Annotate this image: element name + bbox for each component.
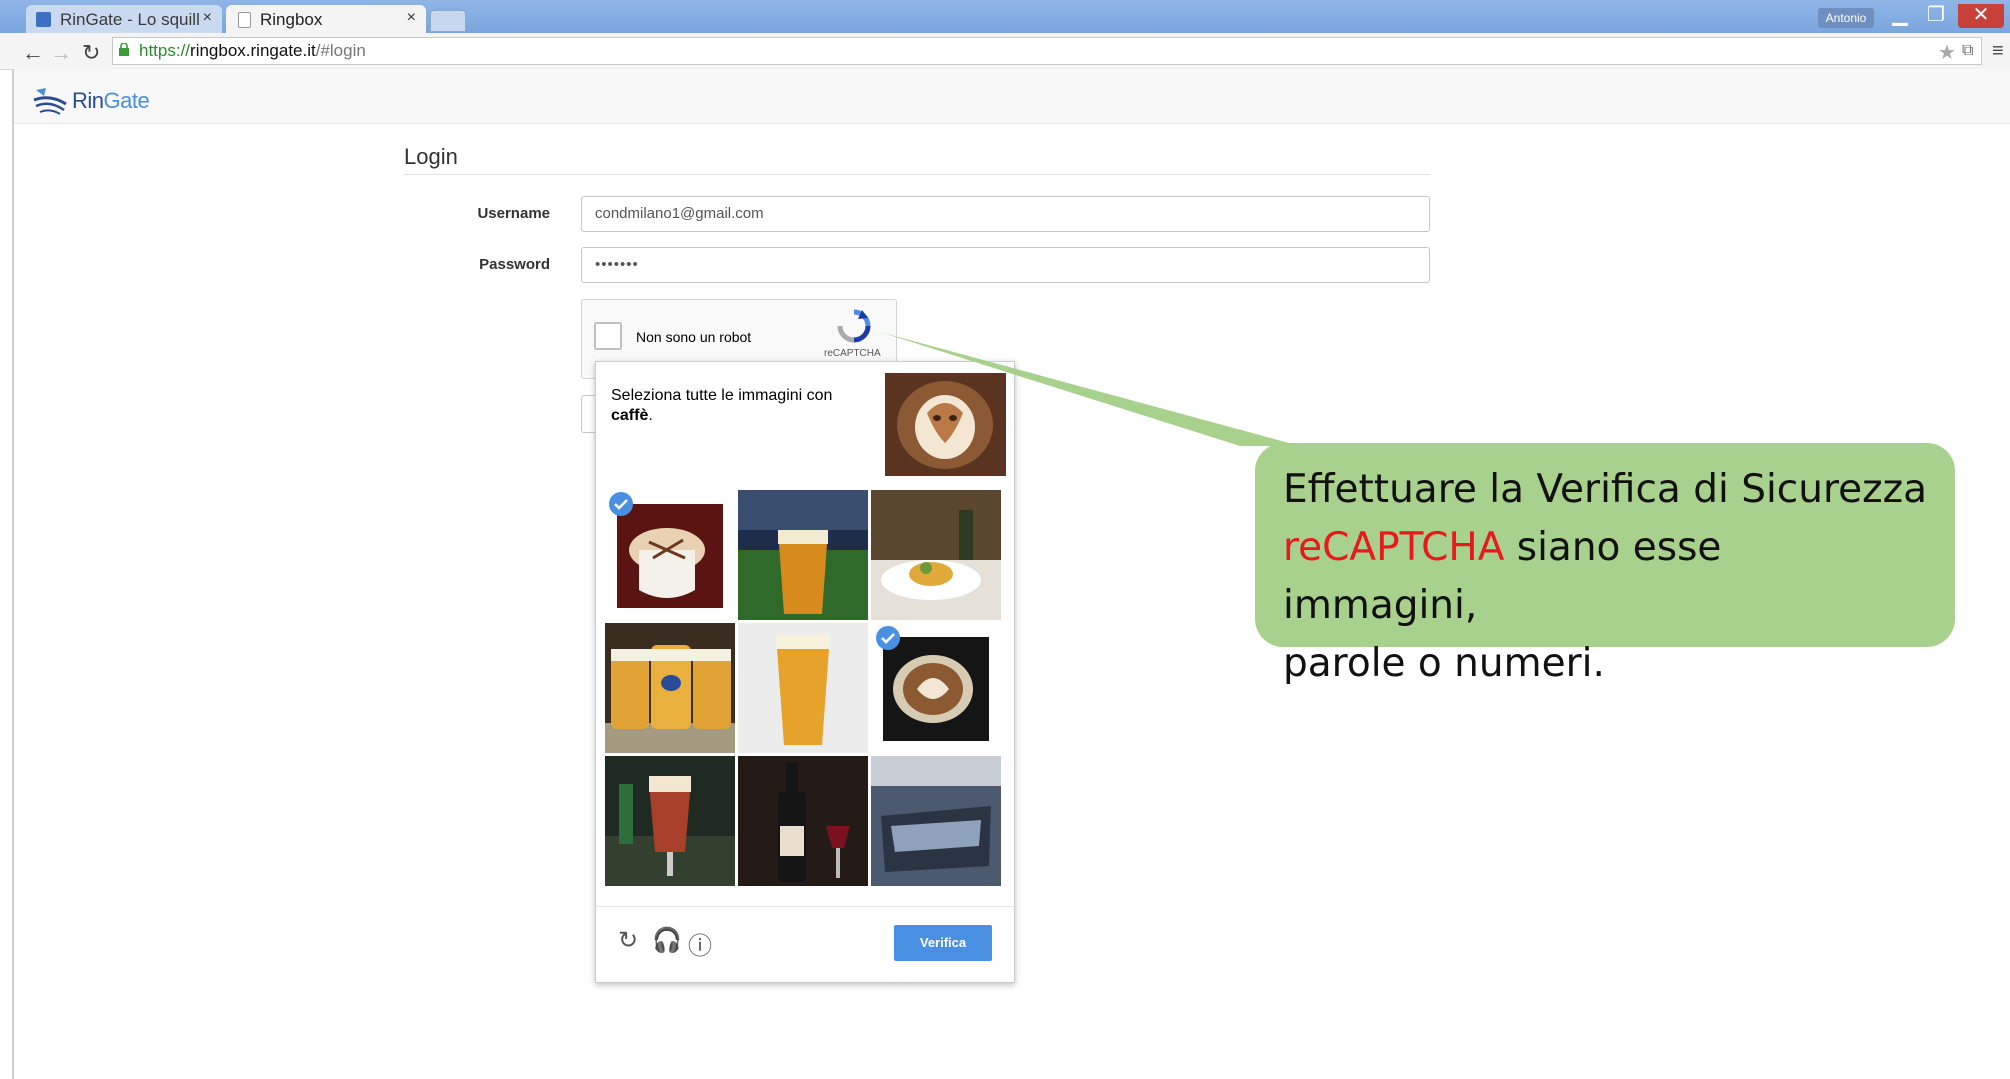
url-path: /#login	[315, 41, 366, 60]
captcha-tile-beer-pint[interactable]	[605, 756, 735, 886]
new-tab-button[interactable]	[430, 10, 466, 32]
username-label: Username	[477, 205, 550, 222]
instruction-text: Seleziona tutte le immagini con	[611, 387, 833, 404]
recaptcha-checkbox[interactable]	[594, 322, 622, 350]
audio-headphones-icon[interactable]: 🎧	[652, 926, 682, 955]
verify-button[interactable]: Verifica	[894, 925, 992, 961]
username-field[interactable]: condmilano1@gmail.com	[581, 196, 1430, 232]
tab-close-icon[interactable]: ×	[407, 9, 416, 27]
challenge-footer-divider	[596, 906, 1014, 907]
challenge-instruction: Seleziona tutte le immagini con caffè.	[611, 386, 861, 426]
recaptcha-brand: reCAPTCHA	[824, 348, 881, 359]
menu-icon[interactable]: ≡	[1992, 40, 2004, 63]
tile-selected-check-icon	[609, 492, 633, 516]
app-logo[interactable]: RinGate	[72, 88, 150, 114]
recaptcha-checkbox-label: Non sono un robot	[636, 329, 752, 345]
close-window-icon[interactable]: ✕	[1958, 4, 2004, 28]
reload-icon[interactable]: ↻	[82, 40, 100, 66]
captcha-tile-wine-bottle[interactable]	[738, 756, 868, 886]
recaptcha-logo-icon	[837, 309, 871, 343]
bookmark-star-icon[interactable]: ★	[1938, 40, 1956, 65]
challenge-keyword: caffè	[611, 407, 649, 424]
tab-close-icon[interactable]: ×	[199, 9, 212, 27]
logo-rin: Rin	[72, 88, 104, 113]
url-host: ringbox.ringate.it	[190, 41, 316, 60]
captcha-tile-beer-glass[interactable]	[738, 623, 868, 753]
app-header	[14, 69, 2010, 124]
refresh-challenge-icon[interactable]: ↻	[618, 926, 638, 955]
back-arrow-icon[interactable]: ←	[22, 40, 44, 66]
tab-ringbox[interactable]: Ringbox ×	[226, 5, 426, 33]
captcha-tile-frozen-scene[interactable]	[871, 756, 1001, 886]
password-field[interactable]: •••••••	[581, 247, 1430, 283]
logo-gate: Gate	[103, 88, 150, 113]
tab-ringate[interactable]: RinGate - Lo squillo ×	[26, 5, 222, 33]
ringate-logo-icon	[33, 88, 67, 115]
tile-selected-check-icon	[876, 626, 900, 650]
ringate-favicon-icon	[36, 12, 51, 27]
lock-icon	[119, 43, 129, 56]
page-favicon-icon	[238, 12, 251, 28]
maximize-icon[interactable]: ❐	[1916, 4, 1956, 28]
address-bar[interactable]: https://ringbox.ringate.it/#login	[112, 37, 1982, 65]
instruction-end: .	[648, 407, 653, 424]
captcha-tile-beer-stadium[interactable]	[738, 490, 868, 620]
translate-icon[interactable]: ⧉	[1962, 42, 1973, 60]
callout-highlight: reCAPTCHA	[1283, 525, 1505, 570]
info-icon[interactable]: ⓘ	[688, 926, 712, 961]
captcha-tile-beer-mugs[interactable]	[605, 623, 735, 753]
tab-title: Ringbox	[260, 10, 323, 29]
callout-line1: Effettuare la Verifica di Sicurezza	[1283, 467, 1927, 512]
password-label: Password	[479, 256, 550, 273]
instruction-callout: Effettuare la Verifica di Sicurezza reCA…	[1255, 443, 1955, 686]
tab-title: RinGate - Lo squillo	[60, 10, 210, 29]
callout-pointer	[880, 332, 1300, 446]
callout-line3: parole o numeri.	[1283, 641, 1605, 686]
page-title: Login	[404, 144, 458, 169]
profile-badge[interactable]: Antonio	[1818, 8, 1874, 28]
title-divider	[404, 174, 1430, 175]
url-scheme: https://	[139, 41, 191, 60]
forward-arrow-icon[interactable]: →	[50, 40, 72, 66]
minimize-icon[interactable]: ▁	[1880, 4, 1920, 28]
captcha-tile-food-plate[interactable]	[871, 490, 1001, 620]
